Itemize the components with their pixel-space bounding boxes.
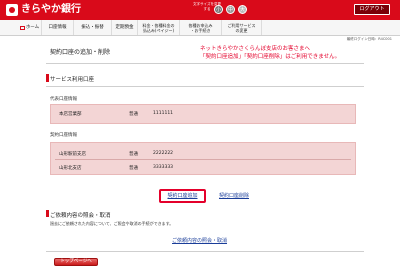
service-accounts-title: サービス利用口座 — [50, 77, 95, 83]
nav-fee-payment[interactable]: 料金・各種料金の 払込み(ペイジー) — [138, 20, 180, 35]
contract-accounts-box: 山形駅前支店 普通 2222222 山形北支店 普通 3333333 — [50, 142, 356, 175]
account-type: 普通 — [129, 112, 138, 117]
home-icon — [19, 25, 25, 30]
nav-applications-line1: 各種お申込み — [188, 22, 213, 28]
page-title: 契約口座の追加・削除 — [50, 49, 111, 56]
divider — [46, 63, 364, 64]
inquiry-title: ご依頼内容の照会・取消 — [50, 213, 111, 219]
top-page-button[interactable]: トップページへ — [54, 258, 98, 266]
nav-service-line2: の変更 — [235, 27, 248, 33]
branch-name: 山形北支店 — [59, 166, 82, 171]
nav-fee-line2: 払込み(ペイジー) — [142, 27, 175, 33]
delete-contract-account-button[interactable]: 契約口座削除 — [213, 191, 255, 201]
header-bar: きらやか銀行 文字サイズを変更する 小 中 大 ログアウト — [0, 0, 400, 20]
nav-service-change[interactable]: ご利用サービス の変更 — [222, 20, 262, 35]
nav-applications-line2: ・お手続き — [190, 27, 211, 33]
nav-transfer[interactable]: 振込・振替 — [74, 20, 112, 35]
nav-account-info[interactable]: 口座情報 — [42, 20, 74, 35]
inquiry-cancel-link[interactable]: ご依頼内容の照会・取消 — [172, 237, 227, 244]
font-size-medium-button[interactable]: 中 — [226, 5, 235, 14]
add-contract-account-button[interactable]: 契約口座追加 — [159, 189, 206, 203]
divider — [46, 251, 364, 252]
table-row: 本店営業部 普通 1111111 — [51, 109, 355, 119]
last-login-timestamp: 最終ログイン日時：R4C001 — [346, 37, 392, 41]
divider — [46, 86, 364, 87]
inquiry-description: 過去にご依頼された内容について、ご照会や取消の手続ができます。 — [50, 221, 174, 226]
representative-account-box: 本店営業部 普通 1111111 — [50, 104, 356, 124]
account-number: 3333333 — [153, 165, 174, 170]
main-nav: ホーム 口座情報 振込・振替 定期預金 料金・各種料金の 払込み(ペイジー) 各… — [0, 20, 400, 36]
notice-message: ネットきらやかさくらんぼ支店のお客さまへ 「契約口座追加」「契約口座削除」はご利… — [200, 46, 380, 61]
branch-name: 山形駅前支店 — [59, 152, 86, 157]
representative-account-label: 代表口座情報 — [50, 97, 77, 102]
notice-line-2: 「契約口座追加」「契約口座削除」はご利用できません。 — [200, 53, 341, 60]
account-type: 普通 — [129, 152, 138, 157]
account-type: 普通 — [129, 166, 138, 171]
font-size-small-button[interactable]: 小 — [214, 5, 223, 14]
nav-home-label: ホーム — [25, 25, 40, 30]
table-row: 山形駅前支店 普通 2222222 — [51, 149, 355, 159]
nav-applications[interactable]: 各種お申込み ・お手続き — [180, 20, 222, 35]
account-number: 1111111 — [153, 111, 174, 116]
row-divider — [55, 159, 351, 160]
bank-name[interactable]: きらやか銀行 — [21, 3, 81, 17]
account-number: 2222222 — [153, 151, 174, 156]
section-marker — [46, 74, 49, 82]
font-size-large-button[interactable]: 大 — [238, 5, 247, 14]
section-marker — [46, 210, 49, 217]
nav-service-line1: ご利用サービス — [227, 22, 256, 28]
notice-line-1: ネットきらやかさくらんぼ支店のお客さまへ — [200, 46, 311, 52]
branch-name: 本店営業部 — [59, 112, 82, 117]
nav-home[interactable]: ホーム — [18, 20, 42, 35]
nav-fee-line1: 料金・各種料金の — [142, 22, 175, 28]
table-row: 山形北支店 普通 3333333 — [51, 163, 355, 173]
contract-accounts-label: 契約口座情報 — [50, 133, 77, 138]
bank-logo-icon[interactable] — [6, 4, 18, 16]
nav-time-deposit[interactable]: 定期預金 — [112, 20, 138, 35]
logout-button[interactable]: ログアウト — [354, 4, 390, 15]
